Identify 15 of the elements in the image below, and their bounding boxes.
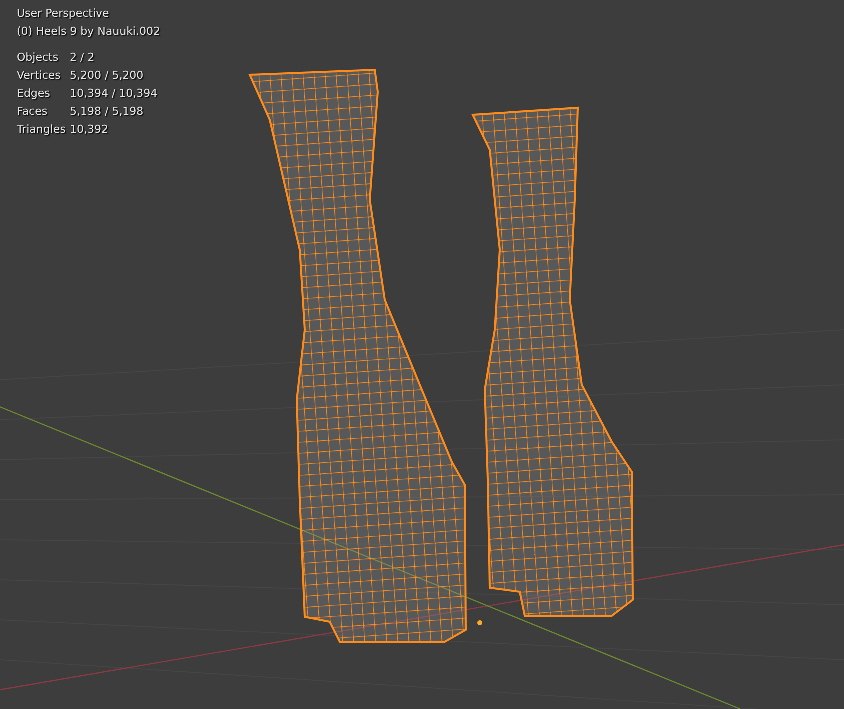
stat-label: Triangles bbox=[17, 122, 67, 138]
stat-value: 2 / 2 bbox=[70, 50, 96, 66]
object-info: (0) Heels 9 by Nauuki.002 bbox=[17, 24, 160, 40]
boot-wireframe-drawing[interactable] bbox=[248, 68, 467, 643]
stat-value: 10,394 / 10,394 bbox=[70, 86, 159, 102]
stat-value: 10,392 bbox=[70, 122, 110, 138]
stat-label: Edges bbox=[17, 86, 52, 102]
stat-value: 5,200 / 5,200 bbox=[70, 68, 145, 84]
stat-label: Faces bbox=[17, 104, 49, 120]
view-name: User Perspective bbox=[17, 6, 110, 22]
stat-label: Objects bbox=[17, 50, 60, 66]
stat-value: 5,198 / 5,198 bbox=[70, 104, 145, 120]
boot-wireframe-drawing[interactable] bbox=[471, 106, 634, 617]
origin-point-icon bbox=[478, 620, 482, 626]
stat-label: Vertices bbox=[17, 68, 62, 84]
